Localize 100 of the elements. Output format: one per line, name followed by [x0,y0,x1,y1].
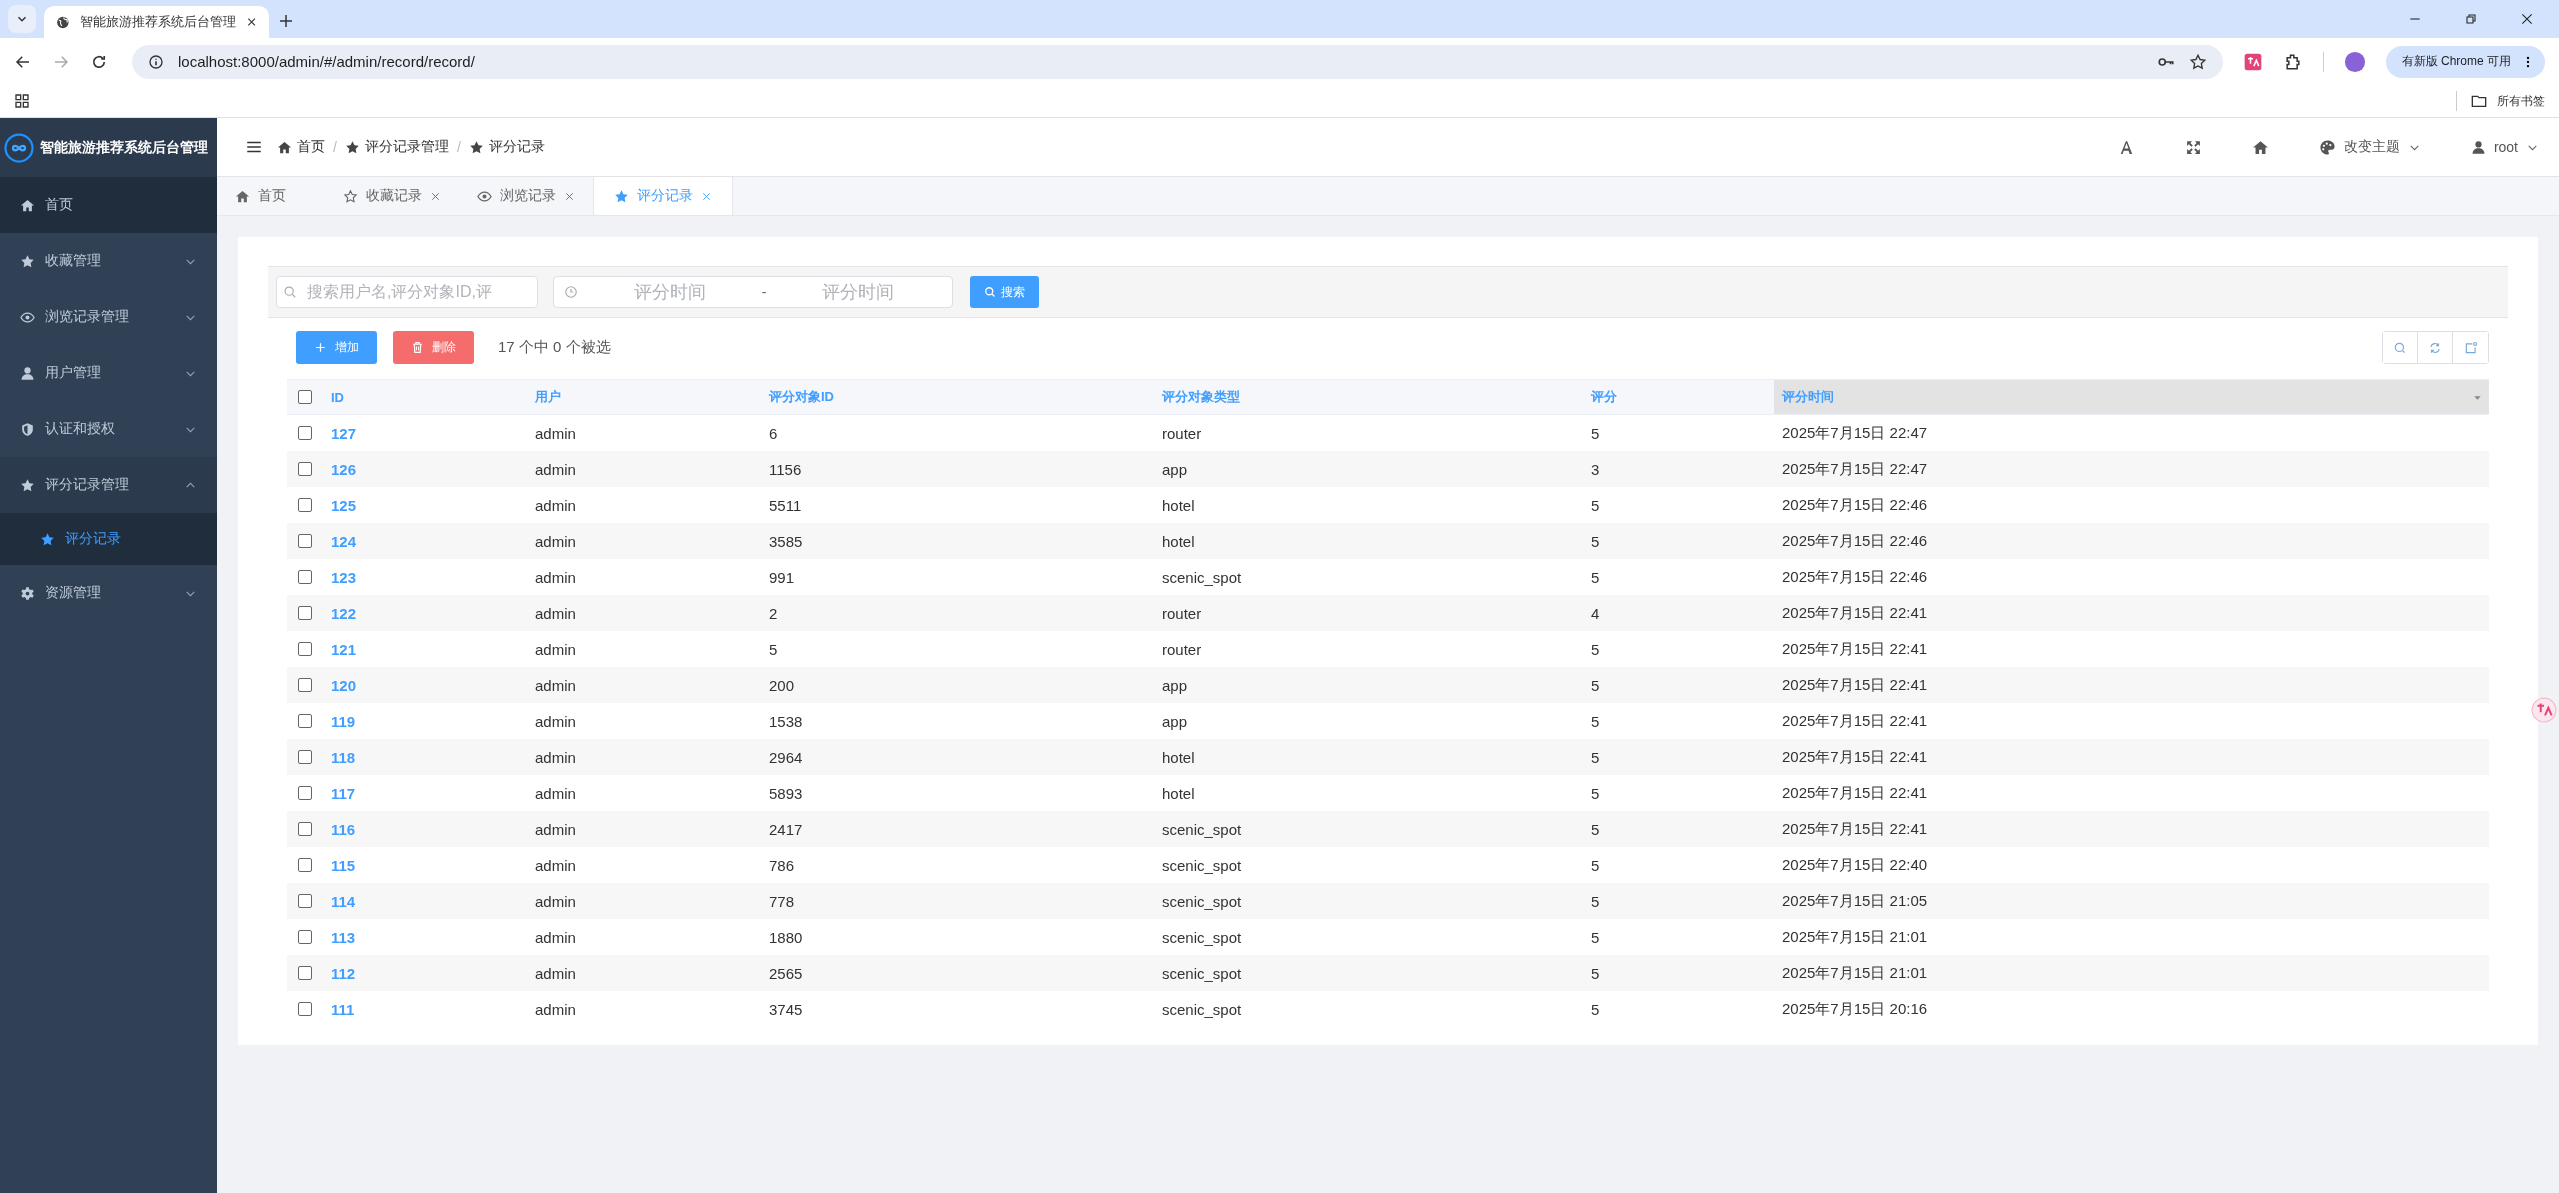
eye-icon [477,188,492,204]
row-checkbox[interactable] [298,714,312,728]
row-checkbox[interactable] [298,858,312,872]
apps-icon[interactable] [14,93,30,109]
table-cell-text: 5 [1590,783,1601,804]
star-icon [343,188,358,204]
id-link[interactable]: 125 [323,487,527,523]
id-link[interactable]: 112 [323,955,527,991]
translate-extension-icon[interactable] [2242,51,2263,72]
column-header[interactable]: 评分对象ID [761,380,1154,414]
id-link[interactable]: 120 [323,667,527,703]
row-checkbox[interactable] [298,1002,312,1016]
start-date-input[interactable]: 评分时间 [586,280,754,304]
row-checkbox[interactable] [298,498,312,512]
menu-item[interactable]: 用户管理 [0,345,217,401]
address-bar[interactable]: localhost:8000/admin/#/admin/record/record/ [132,44,2223,79]
table-cell-text: hotel [1161,783,1196,804]
close-icon[interactable] [2519,11,2535,27]
id-link[interactable]: 124 [323,523,527,559]
home-icon[interactable] [2251,138,2269,156]
new-tab-icon[interactable] [277,12,295,30]
select-all-checkbox[interactable] [298,390,312,404]
row-checkbox[interactable] [298,606,312,620]
table-cell-text: 5 [1590,423,1601,444]
search-button[interactable]: 搜索 [970,276,1039,308]
column-header[interactable]: 用户 [527,380,761,414]
restore-icon[interactable] [2463,11,2479,27]
row-checkbox[interactable] [298,786,312,800]
id-link[interactable]: 113 [323,919,527,955]
id-link[interactable]: 123 [323,559,527,595]
update-chrome-button[interactable]: 有新版 Chrome 可用 [2385,45,2545,78]
id-link[interactable]: 114 [323,883,527,919]
id-link[interactable]: 127 [323,415,527,451]
star-icon [344,139,360,155]
submenu-item[interactable]: 评分记录 [0,513,217,565]
menu-item[interactable]: 评分记录管理 [0,457,217,513]
table-cell-text: 2025年7月15日 22:41 [1781,638,1929,659]
id-link[interactable]: 126 [323,451,527,487]
profile-avatar[interactable] [2343,50,2366,73]
page-tab[interactable]: 首页 [217,177,325,215]
menu-item[interactable]: 收藏管理 [0,233,217,289]
id-link[interactable]: 122 [323,595,527,631]
row-checkbox[interactable] [298,534,312,548]
table-cell-text: app [1161,711,1189,732]
table-cell-text: 2025年7月15日 22:41 [1781,818,1929,839]
id-link[interactable]: 119 [323,703,527,739]
id-link[interactable]: 116 [323,811,527,847]
gear-icon [20,585,35,601]
table-cell-text: 2565 [768,963,804,984]
table-cell-text: app [1161,459,1189,480]
page-tab[interactable]: 收藏记录 [325,177,459,215]
user-dropdown[interactable]: root [2470,139,2539,155]
id-link[interactable]: 117 [323,775,527,811]
column-header[interactable]: ID [323,380,527,414]
table-cell-text: hotel [1161,495,1196,516]
menu-item[interactable]: 首页 [0,177,217,233]
row-checkbox[interactable] [298,642,312,656]
row-checkbox[interactable] [298,930,312,944]
breadcrumb-item[interactable]: 评分记录管理 [344,138,449,156]
theme-dropdown[interactable]: 改变主题 [2318,138,2421,156]
menu-item[interactable]: 资源管理 [0,565,217,621]
id-link[interactable]: 115 [323,847,527,883]
sorted-column-header[interactable]: 评分时间 [1774,380,2489,414]
row-checkbox[interactable] [298,678,312,692]
row-checkbox[interactable] [298,894,312,908]
row-checkbox[interactable] [298,750,312,764]
id-link[interactable]: 121 [323,631,527,667]
breadcrumb-item[interactable]: 首页 [277,138,325,156]
bookmark-star-icon[interactable] [2188,52,2207,71]
table-cell-text: 2025年7月15日 22:46 [1781,566,1929,587]
search-field[interactable]: 搜索用户名,评分对象ID,评 [276,276,538,308]
table-cell-text: 2025年7月15日 20:16 [1781,998,1929,1019]
search-toggle-button[interactable] [2383,332,2418,363]
row-checkbox[interactable] [298,822,312,836]
id-link[interactable]: 118 [323,739,527,775]
all-bookmarks-button[interactable]: 所有书签 [2471,92,2545,110]
row-checkbox[interactable] [298,966,312,980]
table-cell-text: admin [534,819,577,840]
fullscreen-icon[interactable] [2184,138,2202,156]
end-date-input[interactable]: 评分时间 [774,280,942,304]
row-checkbox[interactable] [298,570,312,584]
date-range-field[interactable]: 评分时间 - 评分时间 [553,276,953,308]
add-button[interactable]: 增加 [296,331,377,364]
page-tab[interactable]: 评分记录 [593,177,733,215]
menu-item[interactable]: 浏览记录管理 [0,289,217,345]
page-tab[interactable]: 浏览记录 [459,177,593,215]
menu-item[interactable]: 认证和授权 [0,401,217,457]
column-header[interactable]: 评分 [1583,380,1774,414]
translate-float-icon[interactable] [2531,697,2557,723]
settings-icon [2463,340,2478,355]
row-checkbox[interactable] [298,426,312,440]
row-checkbox[interactable] [298,462,312,476]
close-icon[interactable] [245,15,257,29]
column-header[interactable]: 评分对象类型 [1154,380,1583,414]
table-cell-text: 5 [1590,675,1601,696]
table-cell-text: 2025年7月15日 22:41 [1781,674,1929,695]
browser-tab[interactable]: 智能旅游推荐系统后台管理 [44,6,269,38]
delete-button[interactable]: 删除 [393,331,474,364]
star-icon [20,477,35,493]
id-link[interactable]: 111 [323,991,527,1027]
